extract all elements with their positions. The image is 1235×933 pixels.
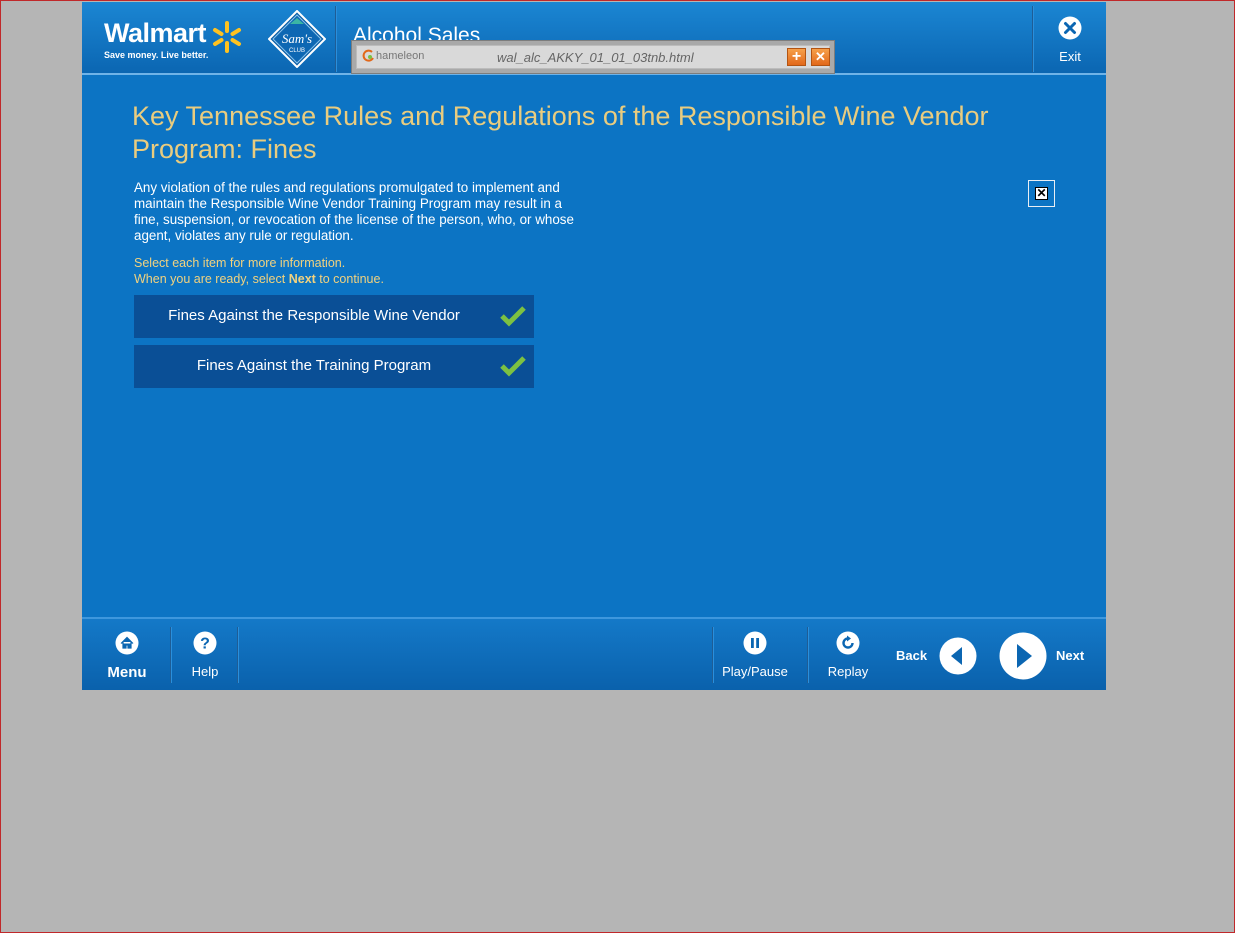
chameleon-close-button[interactable]: ✕ (811, 48, 830, 66)
checkmark-icon (500, 356, 526, 377)
svg-text:?: ? (200, 636, 210, 653)
next-label: Next (1056, 648, 1085, 663)
play-pause-label: Play/Pause (722, 664, 788, 679)
walmart-tagline: Save money. Live better. (104, 50, 209, 60)
item-button-label: Fines Against the Responsible Wine Vendo… (168, 307, 460, 324)
walmart-logo: Walmart Save money. Live better. (104, 18, 241, 60)
walmart-spark-icon (213, 21, 241, 53)
replay-icon (836, 631, 860, 655)
menu-label: Menu (107, 664, 147, 681)
item-button-wine-vendor-fines[interactable]: Fines Against the Responsible Wine Vendo… (134, 295, 534, 338)
chameleon-logo-icon (362, 49, 374, 62)
header-divider (335, 6, 336, 72)
sams-club-logo: Sam's CLUB (268, 10, 326, 68)
close-circle-icon (1058, 16, 1082, 40)
instructions: Select each item for more information. W… (134, 255, 384, 287)
help-button[interactable]: ? Help (184, 631, 226, 679)
exit-button[interactable]: Exit (1050, 16, 1090, 64)
help-icon: ? (193, 631, 217, 655)
footer-bar: Menu ? Help Play/Pause Replay Back Next (82, 617, 1106, 690)
next-keyword: Next (288, 272, 316, 286)
replay-label: Replay (827, 664, 869, 679)
checkmark-icon (500, 306, 526, 327)
chameleon-toolbar-inner: hameleon wal_alc_AKKY_01_01_03tnb.html +… (356, 45, 830, 69)
close-panel-button[interactable]: ✕ (1028, 180, 1055, 207)
item-button-label: Fines Against the Training Program (196, 357, 432, 374)
page-title: Key Tennessee Rules and Regulations of t… (132, 101, 989, 164)
chameleon-logo: hameleon (362, 49, 424, 63)
svg-text:Sam's: Sam's (282, 31, 312, 46)
body-paragraph: Any violation of the rules and regulatio… (134, 180, 574, 243)
svg-text:CLUB: CLUB (289, 48, 305, 54)
chameleon-expand-button[interactable]: + (787, 48, 806, 66)
close-x-icon: ✕ (1035, 186, 1048, 200)
back-button[interactable] (939, 637, 977, 675)
help-label: Help (191, 664, 219, 679)
chameleon-toolbar[interactable]: hameleon wal_alc_AKKY_01_01_03tnb.html +… (351, 40, 835, 74)
next-button[interactable] (999, 632, 1047, 680)
menu-button[interactable]: Menu (104, 631, 150, 681)
course-player: Walmart Save money. Live better. Sam's C… (82, 2, 1106, 690)
footer-divider (807, 627, 808, 683)
walmart-wordmark: Walmart (104, 18, 207, 48)
back-label: Back (896, 648, 928, 663)
exit-label: Exit (1059, 49, 1081, 64)
header-divider (1032, 6, 1033, 72)
footer-divider (712, 627, 713, 683)
home-icon (115, 631, 139, 655)
play-pause-button[interactable]: Play/Pause (720, 631, 790, 679)
instruction-line: Select each item for more information. (134, 256, 346, 270)
instruction-line: When you are ready, select Next to conti… (134, 272, 384, 286)
item-button-training-program-fines[interactable]: Fines Against the Training Program (134, 345, 534, 388)
footer-divider (170, 627, 171, 683)
chameleon-file-name: wal_alc_AKKY_01_01_03tnb.html (497, 50, 694, 65)
replay-button[interactable]: Replay (824, 631, 872, 679)
pause-icon (743, 631, 767, 655)
footer-divider (237, 627, 238, 683)
